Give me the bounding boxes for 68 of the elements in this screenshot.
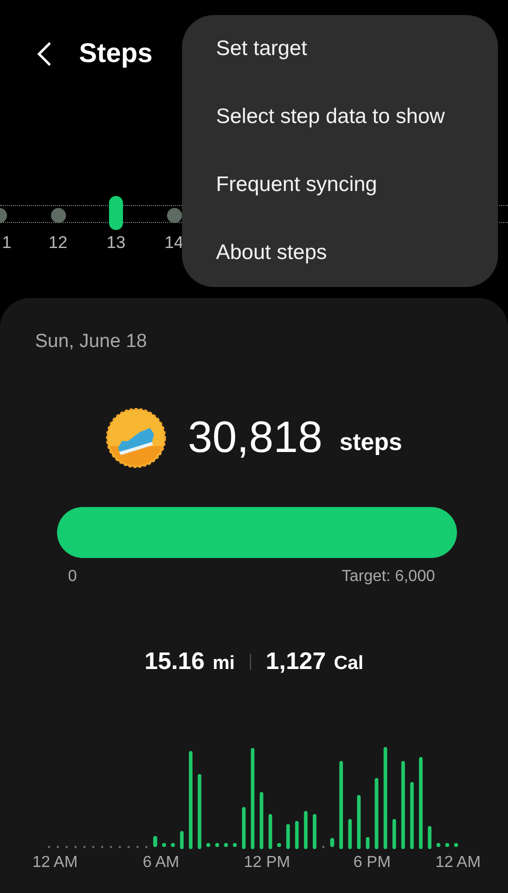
step-bar: [366, 837, 370, 849]
date-label: Sun, June 18: [35, 331, 147, 353]
menu-item[interactable]: Frequent syncing: [216, 173, 378, 197]
step-bar: [268, 814, 272, 849]
idle-dot: [322, 846, 325, 848]
step-count: 30,818: [188, 413, 322, 463]
step-bar: [162, 843, 166, 847]
step-bar: [392, 819, 396, 849]
screen-title: Steps: [79, 38, 153, 69]
day-label[interactable]: 13: [106, 233, 126, 253]
idle-dot: [100, 846, 104, 848]
step-bar: [224, 843, 228, 847]
stat-unit: Cal: [334, 653, 364, 675]
step-bar: [170, 843, 175, 847]
step-bar: [374, 778, 378, 849]
day-label[interactable]: 12: [48, 233, 68, 253]
time-axis-label: 6 PM: [353, 854, 391, 872]
step-bar: [410, 782, 414, 849]
step-bar: [348, 819, 352, 849]
time-axis-label: 12 AM: [435, 854, 481, 872]
selected-day-marker[interactable]: [109, 196, 123, 230]
step-bar: [304, 811, 308, 849]
step-bar: [153, 836, 158, 847]
step-bar: [312, 814, 316, 849]
step-bar: [436, 843, 440, 847]
step-bar: [330, 838, 334, 847]
idle-dot: [48, 846, 50, 848]
step-unit: steps: [339, 429, 402, 457]
idle-dot: [145, 846, 148, 848]
day-dot[interactable]: [166, 208, 182, 222]
idle-dot: [83, 846, 86, 848]
idle-dot: [74, 846, 77, 848]
back-icon[interactable]: [36, 40, 52, 66]
idle-dot: [136, 846, 139, 848]
step-bar: [277, 843, 282, 847]
idle-dot: [56, 846, 60, 848]
step-bar: [286, 824, 290, 849]
menu-item[interactable]: About steps: [216, 241, 327, 265]
idle-dot: [92, 846, 94, 848]
step-bar: [428, 826, 432, 849]
time-axis-label: 12 PM: [244, 854, 290, 872]
step-bar: [357, 795, 361, 849]
target-label: Target: 6,000: [342, 568, 435, 586]
stat-value: 1,127: [266, 648, 326, 676]
time-axis-label: 12 AM: [32, 854, 78, 872]
step-bar: [454, 843, 458, 847]
stat-value: 15.16: [144, 648, 205, 676]
idle-dot: [127, 846, 130, 848]
menu-item[interactable]: Select step data to show: [216, 105, 445, 129]
step-bar: [180, 831, 184, 849]
step-bar: [215, 843, 220, 847]
step-bar: [445, 843, 450, 847]
sneaker-badge-icon: [106, 408, 166, 468]
stat-unit: mi: [212, 653, 235, 675]
step-bar: [206, 843, 210, 847]
menu-item[interactable]: Set target: [216, 37, 308, 61]
idle-dot: [118, 846, 121, 848]
step-bar: [295, 821, 299, 849]
step-bar: [232, 843, 237, 847]
idle-dot: [110, 846, 112, 848]
step-bar: [242, 807, 246, 849]
idle-dot: [66, 846, 68, 848]
step-bar: [260, 792, 264, 849]
progress-start-label: 0: [68, 568, 77, 586]
day-dot[interactable]: [50, 208, 66, 222]
day-label[interactable]: 14: [164, 233, 184, 253]
day-label[interactable]: 1: [2, 233, 12, 253]
time-axis-label: 6 AM: [142, 854, 180, 872]
